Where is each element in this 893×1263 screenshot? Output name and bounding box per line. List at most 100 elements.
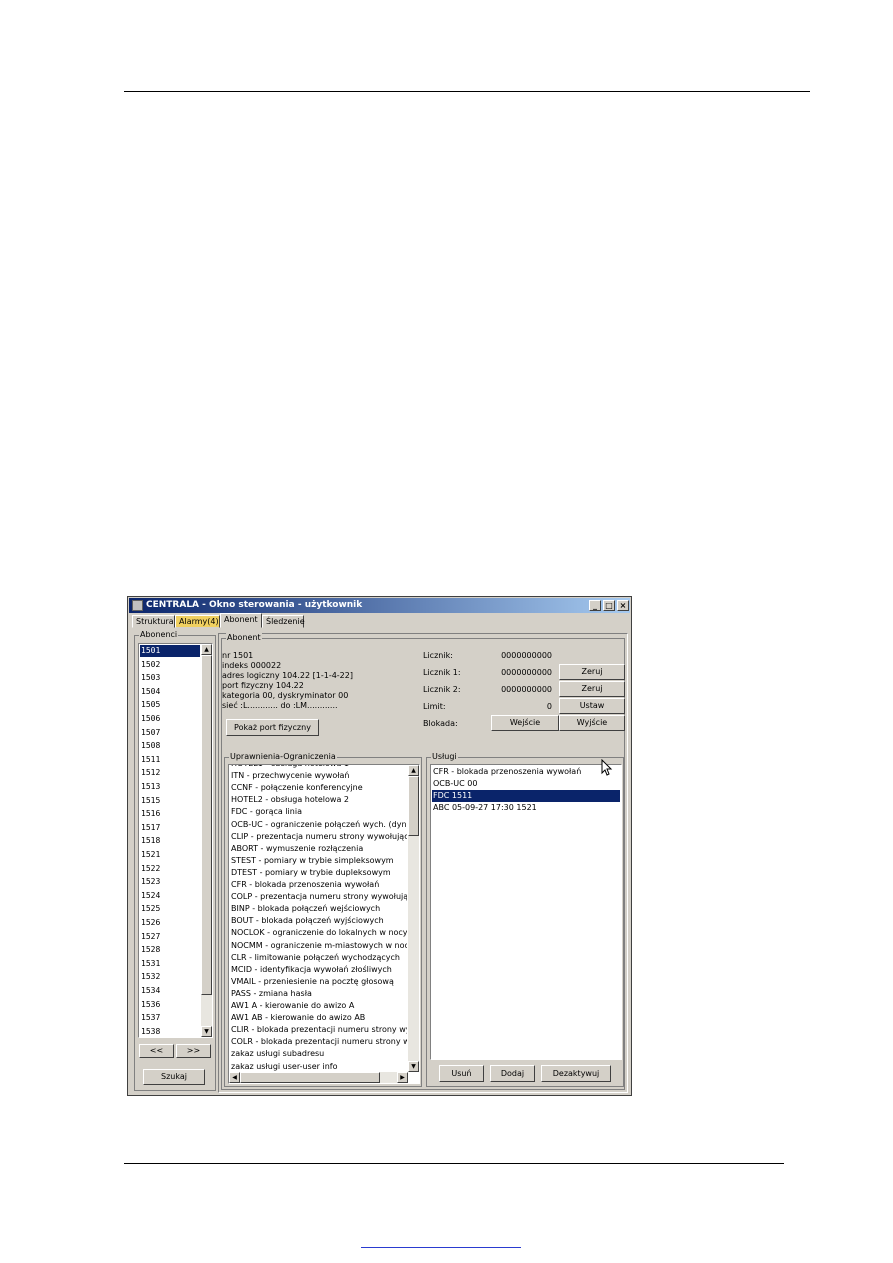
permission-list-item[interactable]: NOCLOK - ograniczenie do lokalnych w noc… <box>230 927 407 939</box>
header-rule <box>124 91 810 92</box>
subscriber-info-line: nr 1501 <box>222 651 254 660</box>
subscriber-list-item[interactable]: 1537 <box>140 1012 200 1024</box>
permission-list-item[interactable]: CLIP - prezentacja numeru strony wywołuj… <box>230 831 407 843</box>
permission-list-item[interactable]: CLR - limitowanie połączeń wychodzących <box>230 952 407 964</box>
permission-list-item[interactable]: BOUT - blokada połączeń wyjściowych <box>230 915 407 927</box>
subscriber-list-item[interactable]: 1505 <box>140 699 200 711</box>
scroll-right-icon[interactable]: ▶ <box>397 1072 408 1083</box>
next-page-button[interactable]: >> <box>176 1044 211 1058</box>
permission-list-item[interactable]: AW1 AB - kierowanie do awizo AB <box>230 1012 407 1024</box>
permissions-list-hscroll[interactable]: ◀ ▶ <box>229 1072 408 1083</box>
permission-list-item[interactable]: CCNF - połączenie konferencyjne <box>230 782 407 794</box>
subscriber-list-item[interactable]: 1532 <box>140 971 200 983</box>
scroll-thumb[interactable] <box>201 655 212 995</box>
reset-counter1-button[interactable]: Zeruj <box>559 664 625 680</box>
close-button[interactable]: × <box>617 600 629 611</box>
subscriber-list-item[interactable]: 1527 <box>140 931 200 943</box>
permission-list-item[interactable]: ITN - przechwycenie wywołań <box>230 770 407 782</box>
add-service-button[interactable]: Dodaj <box>490 1065 535 1082</box>
subscriber-list-item[interactable]: 1507 <box>140 727 200 739</box>
tab-abonent[interactable]: Abonent <box>220 613 262 628</box>
subscriber-list-item[interactable]: 1504 <box>140 686 200 698</box>
permission-list-item[interactable]: HOTEL2 - obsługa hotelowa 2 <box>230 794 407 806</box>
tab-alarmy[interactable]: Alarmy(4) <box>175 615 220 628</box>
subscriber-list-item[interactable]: 1538 <box>140 1026 200 1037</box>
permission-list-item[interactable]: CLIR - blokada prezentacji numeru strony… <box>230 1024 407 1036</box>
service-list-item[interactable]: CFR - blokada przenoszenia wywołań <box>432 766 620 778</box>
block-out-button[interactable]: Wyjście <box>559 715 625 731</box>
subscriber-list[interactable]: 1501 1502 1503 1504 1505 1506 1507 1508 1511 1512… <box>138 643 213 1038</box>
permission-list-item[interactable]: COLP - prezentacja numeru strony wywołuj… <box>230 891 407 903</box>
scroll-up-icon[interactable]: ▲ <box>408 765 419 776</box>
service-list-item[interactable]: OCB-UC 00 <box>432 778 620 790</box>
permission-list-item[interactable]: PASS - zmiana hasła <box>230 988 407 1000</box>
tab-struktura[interactable]: Struktura <box>132 615 175 628</box>
footer-link-underline[interactable] <box>361 1247 521 1248</box>
maximize-button[interactable]: □ <box>603 600 615 611</box>
scroll-left-icon[interactable]: ◀ <box>229 1072 240 1083</box>
permission-list-item[interactable]: CFR - blokada przenoszenia wywołań <box>230 879 407 891</box>
set-limit-button[interactable]: Ustaw <box>559 698 625 714</box>
subscriber-list-item[interactable]: 1513 <box>140 781 200 793</box>
permission-list-item[interactable]: COLR - blokada prezentacji numeru strony… <box>230 1036 407 1048</box>
subscriber-list-item[interactable]: 1526 <box>140 917 200 929</box>
subscriber-list-item[interactable]: 1508 <box>140 740 200 752</box>
title-bar[interactable]: CENTRALA - Okno sterowania - użytkownik … <box>129 598 630 613</box>
tab-sledzenie[interactable]: Śledzenie <box>262 615 305 628</box>
subscriber-list-scrollbar[interactable]: ▲ ▼ <box>201 644 212 1037</box>
scroll-thumb[interactable] <box>240 1072 380 1083</box>
subscriber-list-item[interactable]: 1525 <box>140 903 200 915</box>
permission-list-item[interactable]: AW1 A - kierowanie do awizo A <box>230 1000 407 1012</box>
subscriber-list-item[interactable]: 1528 <box>140 944 200 956</box>
permission-list-item[interactable]: BINP - blokada połączeń wejściowych <box>230 903 407 915</box>
remove-service-button[interactable]: Usuń <box>439 1065 484 1082</box>
permission-list-item[interactable]: DTEST - pomiary w trybie dupleksowym <box>230 867 407 879</box>
permission-list-item[interactable]: zakaz usługi subadresu <box>230 1048 407 1060</box>
subscriber-list-item[interactable]: 1503 <box>140 672 200 684</box>
scroll-thumb[interactable] <box>408 776 419 836</box>
subscriber-list-item[interactable]: 1511 <box>140 754 200 766</box>
deactivate-service-button[interactable]: Dezaktywuj <box>541 1065 611 1082</box>
permission-list-item[interactable]: FDC - gorąca linia <box>230 806 407 818</box>
service-list-item[interactable]: FDC 1511 <box>432 790 620 802</box>
prev-page-button[interactable]: << <box>139 1044 174 1058</box>
subscriber-list-item[interactable]: 1536 <box>140 999 200 1011</box>
reset-counter2-button[interactable]: Zeruj <box>559 681 625 697</box>
permission-list-item[interactable]: MCID - identyfikacja wywołań złośliwych <box>230 964 407 976</box>
subscriber-list-item[interactable]: 1521 <box>140 849 200 861</box>
permission-list-item[interactable]: HOTEL1 - obsługa hotelowa 1 <box>230 765 407 770</box>
subscriber-info-line: port fizyczny 104.22 <box>222 681 304 690</box>
subscriber-list-item[interactable]: 1512 <box>140 767 200 779</box>
subscriber-list-item[interactable]: 1531 <box>140 958 200 970</box>
permission-list-item[interactable]: NOCMM - ograniczenie m-miastowych w nocy <box>230 940 407 952</box>
scroll-down-icon[interactable]: ▼ <box>408 1061 419 1072</box>
subscriber-list-item[interactable]: 1518 <box>140 835 200 847</box>
subscriber-list-item[interactable]: 1534 <box>140 985 200 997</box>
permission-list-item[interactable]: zakaz usługi user-user info <box>230 1061 407 1073</box>
subscriber-list-item[interactable]: 1516 <box>140 808 200 820</box>
service-list-item[interactable]: ABC 05-09-27 17:30 1521 <box>432 802 620 814</box>
scroll-down-icon[interactable]: ▼ <box>201 1026 212 1037</box>
permission-list-item[interactable]: ABORT - wymuszenie rozłączenia <box>230 843 407 855</box>
subscriber-list-item[interactable]: 1515 <box>140 795 200 807</box>
subscriber-list-item[interactable]: 1502 <box>140 659 200 671</box>
subscriber-list-item[interactable]: 1501 <box>140 645 200 657</box>
permissions-list[interactable]: HOTEL1 - obsługa hotelowa 1ITN - przechw… <box>228 764 420 1084</box>
subscriber-list-item[interactable]: 1523 <box>140 876 200 888</box>
scroll-up-icon[interactable]: ▲ <box>201 644 212 655</box>
abonent-group-title: Abonent <box>226 633 262 643</box>
services-list[interactable]: CFR - blokada przenoszenia wywołań OCB-UC… <box>430 764 622 1060</box>
permission-list-item[interactable]: STEST - pomiary w trybie simpleksowym <box>230 855 407 867</box>
minimize-button[interactable]: _ <box>589 600 601 611</box>
subscriber-list-item[interactable]: 1522 <box>140 863 200 875</box>
permission-list-item[interactable]: VMAIL - przeniesienie na pocztę głosową <box>230 976 407 988</box>
subscriber-list-item[interactable]: 1506 <box>140 713 200 725</box>
subscribers-group: Abonenci 1501 1502 1503 1504 1505 1506 1507 150… <box>134 630 216 1091</box>
subscriber-list-item[interactable]: 1524 <box>140 890 200 902</box>
search-button[interactable]: Szukaj <box>143 1069 205 1085</box>
block-in-button[interactable]: Wejście <box>491 715 559 731</box>
permissions-list-vscroll[interactable]: ▲ ▼ <box>408 765 419 1072</box>
permission-list-item[interactable]: OCB-UC - ograniczenie połączeń wych. (dy… <box>230 819 407 831</box>
show-physical-port-button[interactable]: Pokaż port fizyczny <box>226 719 319 736</box>
subscriber-list-item[interactable]: 1517 <box>140 822 200 834</box>
